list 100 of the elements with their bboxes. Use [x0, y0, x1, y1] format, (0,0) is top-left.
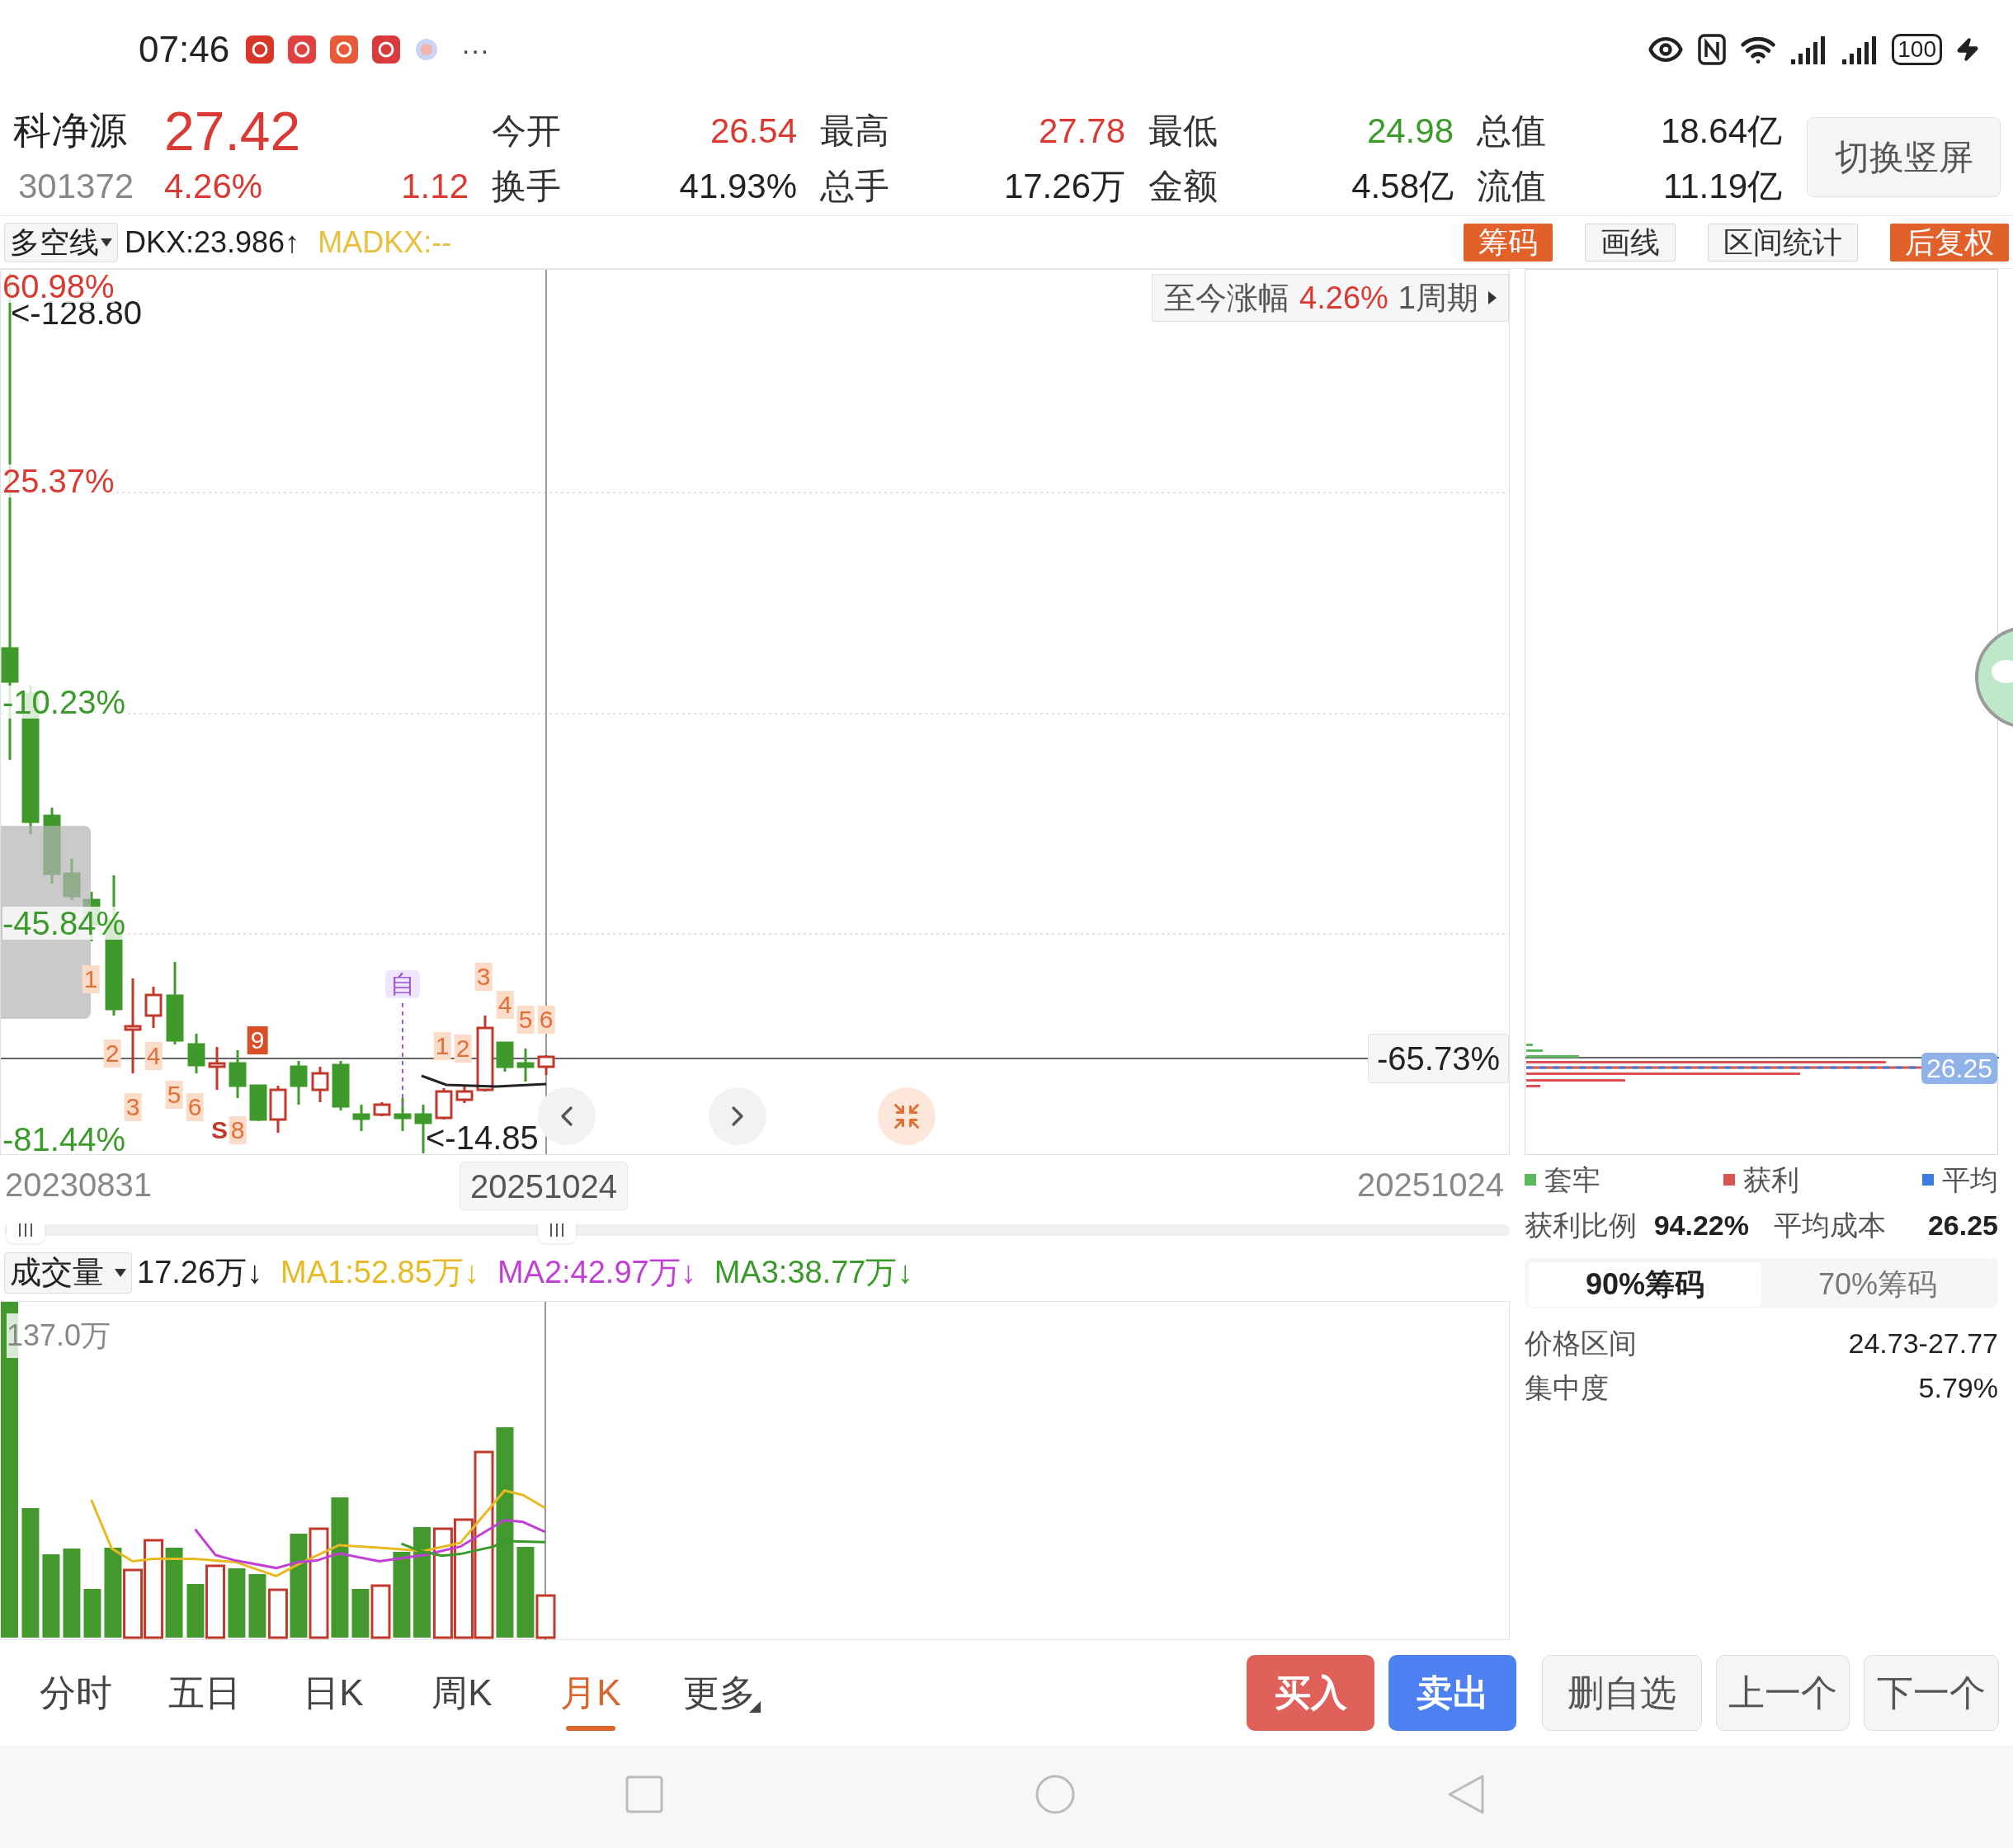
moving-average-value: MA2:42.97万↓: [497, 1254, 696, 1291]
stat-label: 流值: [1477, 166, 1546, 207]
stat-value: 27.78: [1038, 111, 1125, 152]
action-button[interactable]: 删自选: [1542, 1655, 1702, 1731]
chip-stat-label: 平均成本: [1774, 1209, 1886, 1242]
chart-tool-tab[interactable]: 后复权: [1890, 223, 2009, 262]
chip-stat-value: 26.25: [1927, 1209, 1998, 1242]
chip-detail-value: 24.73-27.77: [1848, 1326, 1998, 1360]
volume-bar: [370, 1584, 391, 1639]
signal-marker: 1: [433, 1032, 451, 1060]
stat-label: 总手: [820, 166, 889, 207]
range-option[interactable]: 70%筹码: [1761, 1262, 1994, 1307]
slider-handle[interactable]: [7, 1217, 45, 1243]
volume-value: 17.26万↓: [137, 1254, 263, 1291]
app-icon: [330, 35, 359, 64]
action-button[interactable]: 卖出: [1388, 1655, 1516, 1731]
signal-marker: 9: [247, 1026, 268, 1054]
signal-marker: 6: [186, 1093, 204, 1121]
candlestick: [311, 1067, 329, 1102]
clock-time: 07:46: [139, 28, 230, 71]
legend-label: 平均: [1942, 1162, 1998, 1197]
stat-label: 今开: [492, 111, 561, 152]
back-button[interactable]: [1448, 1775, 1484, 1814]
candlestick: [455, 1085, 474, 1103]
candlestick: [229, 1050, 247, 1098]
stat-value: 24.98: [1366, 111, 1454, 152]
battery-indicator: 100: [1892, 34, 1942, 65]
stat-value: 4.58亿: [1351, 166, 1454, 207]
candlestick: [269, 1086, 287, 1133]
caret-right-icon: [1488, 291, 1497, 304]
stat-label: 金额: [1148, 166, 1218, 207]
action-button[interactable]: 上一个: [1716, 1655, 1850, 1731]
candlestick: [516, 1049, 535, 1082]
candlestick: [144, 987, 163, 1028]
signal-marker: 6: [537, 1006, 555, 1034]
home-button[interactable]: [1035, 1775, 1075, 1814]
chip-detail-label: 集中度: [1525, 1370, 1609, 1405]
recent-apps-button[interactable]: [625, 1775, 663, 1813]
stat-label: 总值: [1477, 111, 1546, 152]
caret-down-icon: [101, 238, 112, 247]
axis-label: 25.37%: [2, 464, 115, 497]
indicator-dropdown[interactable]: 多空线: [4, 222, 118, 262]
signal-marker: 1: [82, 965, 100, 993]
stat-value: 17.26万: [1003, 166, 1125, 207]
end-date: 20251024: [1357, 1166, 1505, 1204]
signal-marker: S: [211, 1116, 228, 1144]
cursor-date: 20251024: [460, 1162, 628, 1210]
period-tab[interactable]: 五日: [140, 1652, 269, 1734]
chip-stat-value: 94.22%: [1653, 1209, 1749, 1242]
dkx-value: DKX:23.986↑: [125, 224, 300, 261]
chat-bubble-icon[interactable]: [1973, 625, 2013, 729]
chart-tool-tab[interactable]: 画线: [1585, 223, 1676, 262]
chart-tool-tab[interactable]: 筹码: [1464, 223, 1553, 262]
action-button[interactable]: 下一个: [1864, 1655, 1999, 1731]
start-date: 20230831: [4, 1166, 152, 1204]
stat-value: 41.93%: [679, 166, 797, 207]
app-icon: [414, 37, 440, 62]
candlestick: [537, 1055, 555, 1075]
axis-label: -45.84%: [2, 907, 125, 940]
badge-value: 4.26%: [1299, 279, 1388, 317]
crosshair-value: -65.73%: [1368, 1034, 1509, 1083]
badge-label: 至今涨幅: [1164, 279, 1290, 317]
stock-name: 科净源: [13, 108, 128, 153]
candlestick: [290, 1061, 308, 1105]
candlestick: [394, 1098, 412, 1131]
signal-marker: 2: [454, 1035, 472, 1063]
chart-tool-tab[interactable]: 区间统计: [1708, 223, 1858, 262]
more-notifications: ···: [461, 32, 490, 67]
candlestick: [435, 1088, 453, 1120]
signal-marker: 5: [516, 1006, 535, 1034]
signal-marker: 自: [385, 970, 420, 998]
change-percent: 4.26%: [164, 166, 263, 207]
period-tab[interactable]: 分时: [12, 1652, 140, 1734]
action-button[interactable]: 买入: [1247, 1655, 1374, 1731]
moving-average-value: MA3:38.77万↓: [714, 1254, 913, 1291]
charging-icon: [1955, 37, 1980, 62]
volume-dropdown[interactable]: 成交量: [4, 1252, 132, 1294]
volume-bar: [351, 1589, 370, 1638]
period-tab[interactable]: 月K: [526, 1652, 655, 1734]
signal-marker: 4: [144, 1042, 163, 1070]
app-icon: [288, 35, 317, 64]
legend-label: 套牢: [1544, 1162, 1600, 1197]
volume-max-label: 137.0万: [7, 1313, 111, 1358]
candlestick: [187, 1034, 205, 1073]
legend-label: 获利: [1743, 1162, 1799, 1197]
stat-label: 最高: [820, 111, 889, 152]
period-tab[interactable]: 更多: [655, 1652, 784, 1734]
range-option[interactable]: 90%筹码: [1529, 1262, 1761, 1307]
grip-icon: [18, 1223, 33, 1237]
signal-marker: 3: [124, 1093, 142, 1121]
stat-value: 11.19亿: [1663, 166, 1782, 207]
signal-marker: 5: [165, 1081, 183, 1109]
period-tab[interactable]: 周K: [398, 1652, 526, 1734]
orientation-button[interactable]: 切换竖屏: [1807, 117, 2001, 197]
period-tab[interactable]: 日K: [269, 1652, 398, 1734]
app-icon: [246, 35, 275, 64]
badge-period: 1周期: [1398, 279, 1478, 317]
moving-average-value: MA1:52.85万↓: [280, 1254, 479, 1291]
candlestick: [352, 1105, 370, 1131]
slider-handle[interactable]: [538, 1217, 576, 1243]
